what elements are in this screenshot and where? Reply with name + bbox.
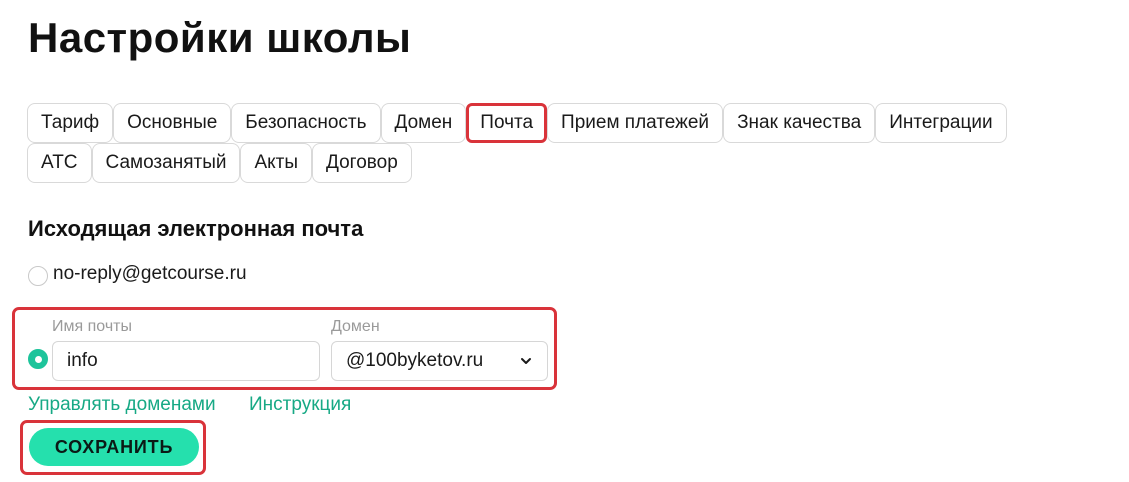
tab-tariff[interactable]: Тариф: [27, 103, 114, 143]
tab-pbx[interactable]: АТС: [27, 143, 92, 183]
domain-select[interactable]: @100byketov.ru: [331, 341, 548, 381]
tab-contract[interactable]: Договор: [312, 143, 412, 183]
tab-domain[interactable]: Домен: [380, 103, 467, 143]
tab-acts[interactable]: Акты: [240, 143, 313, 183]
instruction-link[interactable]: Инструкция: [249, 394, 351, 416]
default-email-label[interactable]: no-reply@getcourse.ru: [53, 263, 247, 285]
save-button[interactable]: СОХРАНИТЬ: [29, 428, 199, 466]
tab-row-1: Тариф Основные Безопасность Домен Почта …: [27, 103, 1107, 143]
tab-main[interactable]: Основные: [113, 103, 232, 143]
tab-integrations[interactable]: Интеграции: [875, 103, 1007, 143]
tab-row-2: АТС Самозанятый Акты Договор: [27, 143, 1107, 183]
domain-label: Домен: [331, 318, 380, 335]
tab-mail[interactable]: Почта: [466, 103, 548, 143]
default-email-radio[interactable]: [28, 266, 48, 286]
domain-select-value: @100byketov.ru: [346, 350, 484, 371]
custom-email-radio[interactable]: [28, 349, 48, 369]
tab-payments[interactable]: Прием платежей: [547, 103, 724, 143]
tab-security[interactable]: Безопасность: [231, 103, 381, 143]
settings-tabs: Тариф Основные Безопасность Домен Почта …: [27, 103, 1107, 183]
manage-domains-link[interactable]: Управлять доменами: [28, 394, 216, 416]
page-title: Настройки школы: [28, 14, 412, 61]
email-name-input[interactable]: [52, 341, 320, 381]
section-title: Исходящая электронная почта: [28, 216, 364, 241]
tab-self-employed[interactable]: Самозанятый: [91, 143, 241, 183]
tab-quality-mark[interactable]: Знак качества: [723, 103, 876, 143]
chevron-down-icon: [521, 358, 531, 364]
email-name-label: Имя почты: [52, 318, 132, 335]
